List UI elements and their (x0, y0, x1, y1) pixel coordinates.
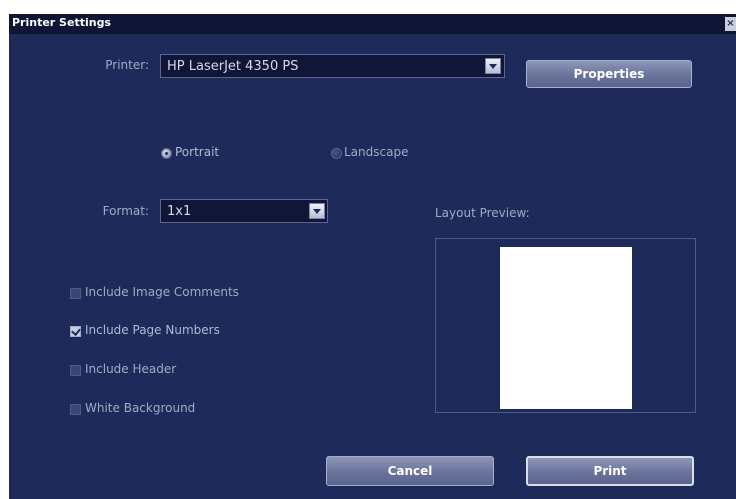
print-button[interactable]: Print (526, 456, 694, 486)
print-button-label: Print (593, 464, 627, 478)
include-header-checkbox[interactable] (70, 365, 81, 376)
include-image-comments-checkbox[interactable] (70, 288, 81, 299)
format-dropdown[interactable]: 1x1 (160, 199, 328, 223)
layout-preview-label: Layout Preview: (435, 206, 530, 220)
printer-settings-dialog: Printer Settings × Printer: HP LaserJet … (9, 14, 736, 499)
format-label: Format: (102, 204, 149, 218)
preview-page (500, 247, 632, 409)
properties-button[interactable]: Properties (526, 60, 692, 88)
format-value: 1x1 (167, 204, 192, 219)
include-image-comments-label[interactable]: Include Image Comments (85, 285, 239, 299)
dialog-title: Printer Settings (12, 16, 111, 29)
landscape-label[interactable]: Landscape (344, 145, 408, 159)
cancel-button[interactable]: Cancel (326, 456, 494, 486)
close-icon[interactable]: × (725, 17, 736, 31)
landscape-radio[interactable] (331, 148, 342, 159)
layout-preview-panel (435, 238, 696, 413)
chevron-down-icon[interactable] (309, 203, 325, 219)
include-header-label[interactable]: Include Header (85, 362, 176, 376)
printer-dropdown[interactable]: HP LaserJet 4350 PS (160, 54, 505, 78)
portrait-label[interactable]: Portrait (175, 145, 219, 159)
white-background-checkbox[interactable] (70, 404, 81, 415)
properties-button-label: Properties (573, 67, 645, 81)
chevron-down-icon[interactable] (485, 58, 501, 74)
portrait-radio[interactable] (161, 148, 172, 159)
white-background-label[interactable]: White Background (85, 401, 195, 415)
printer-label: Printer: (105, 58, 149, 72)
cancel-button-label: Cancel (387, 464, 433, 478)
printer-value: HP LaserJet 4350 PS (167, 59, 299, 74)
include-page-numbers-label[interactable]: Include Page Numbers (85, 323, 220, 337)
title-bar: Printer Settings × (9, 14, 736, 34)
include-page-numbers-checkbox[interactable] (70, 326, 81, 337)
